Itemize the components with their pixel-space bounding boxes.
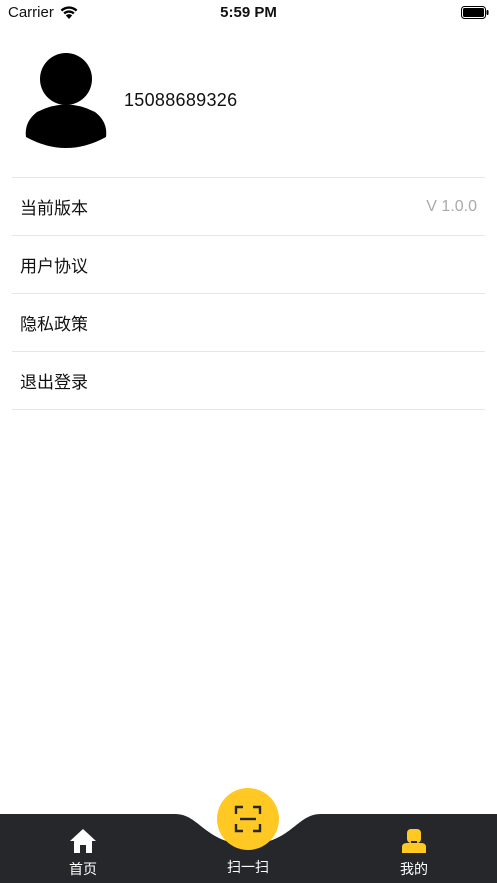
version-value: V 1.0.0	[426, 197, 477, 215]
user-phone-number: 15088689326	[124, 90, 238, 110]
scan-button[interactable]	[217, 788, 279, 850]
user-icon	[402, 829, 426, 853]
tab-mine[interactable]: 我的	[364, 814, 464, 883]
battery-icon	[461, 6, 489, 19]
menu-item-label: 用户协议	[20, 257, 88, 276]
home-icon	[70, 829, 96, 853]
menu-item-privacy-policy[interactable]: 隐私政策	[12, 294, 485, 352]
menu-item-label: 当前版本	[20, 199, 88, 218]
menu-item-user-agreement[interactable]: 用户协议	[12, 236, 485, 294]
status-time: 5:59 PM	[220, 4, 277, 21]
status-bar: Carrier 5:59 PM	[0, 0, 497, 26]
menu-item-version[interactable]: 当前版本 V 1.0.0	[12, 178, 485, 236]
menu-item-label: 隐私政策	[20, 315, 88, 334]
menu-item-logout[interactable]: 退出登录	[12, 352, 485, 410]
menu-item-label: 退出登录	[20, 373, 88, 392]
tab-scan[interactable]: 扫一扫	[198, 788, 298, 883]
tab-mine-label: 我的	[400, 861, 428, 877]
tab-home[interactable]: 首页	[33, 814, 133, 883]
avatar[interactable]	[22, 52, 110, 148]
tab-scan-label: 扫一扫	[227, 859, 269, 875]
scan-icon	[234, 805, 262, 833]
tab-home-label: 首页	[69, 861, 97, 877]
settings-menu: 当前版本 V 1.0.0 用户协议 隐私政策 退出登录	[12, 177, 485, 410]
